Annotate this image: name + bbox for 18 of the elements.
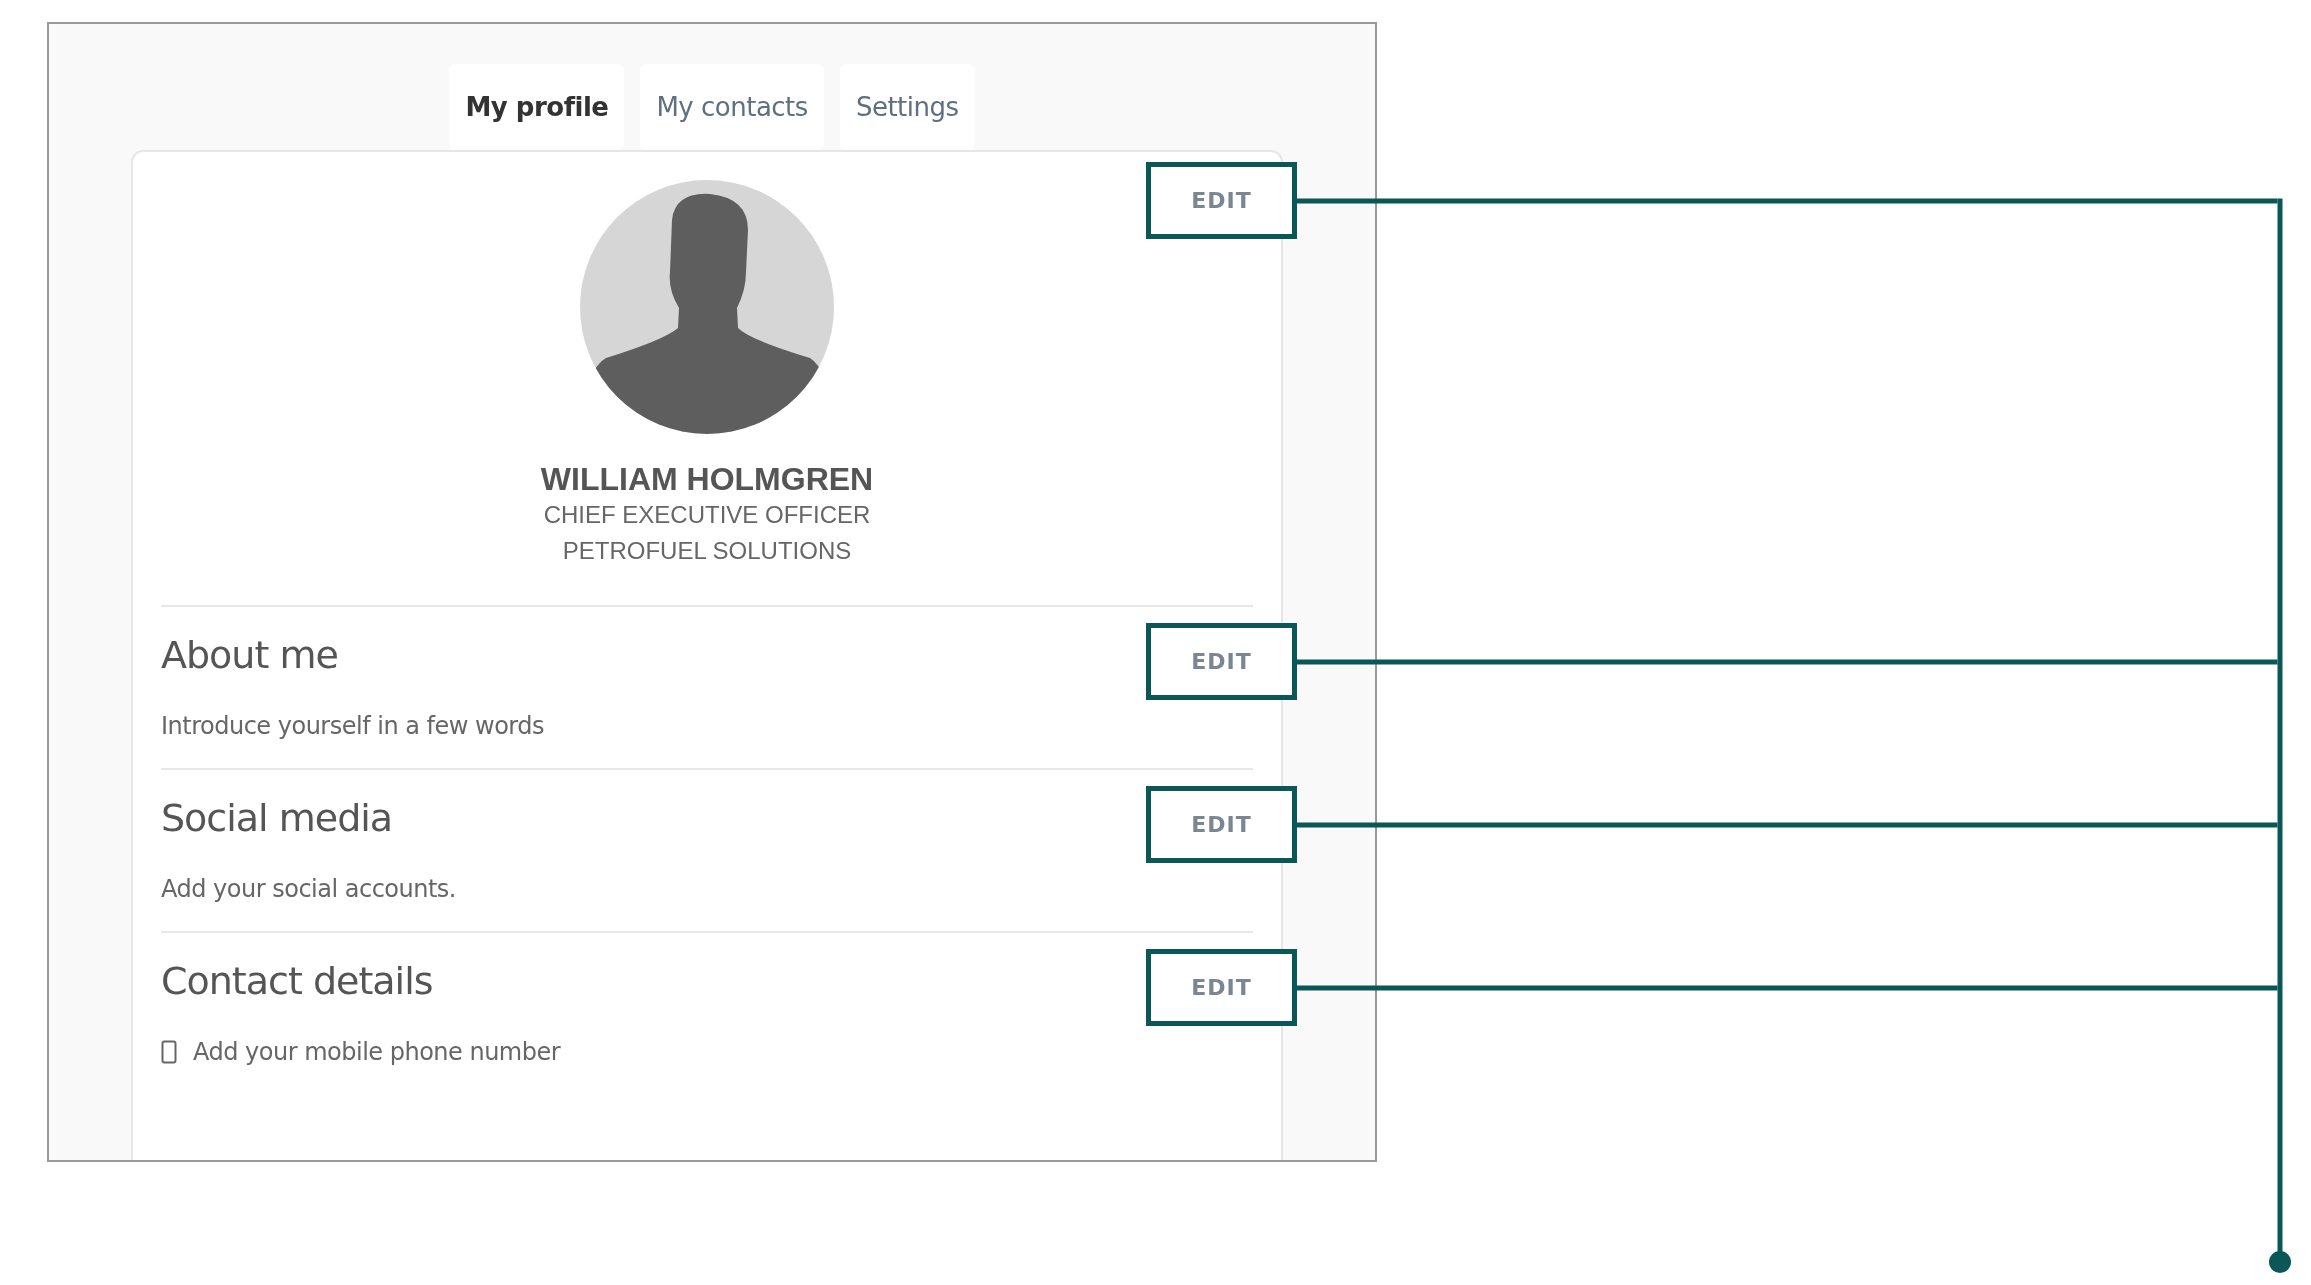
section-description: Introduce yourself in a few words: [161, 711, 545, 743]
tab[interactable]: My contacts: [640, 64, 824, 150]
phone-icon: [161, 1040, 177, 1065]
section-heading: About me: [161, 632, 338, 680]
edit-button[interactable]: EDIT: [1146, 786, 1297, 864]
section-description: Add your social accounts.: [161, 874, 456, 906]
job-title: CHIEF EXECUTIVE OFFICER: [543, 500, 871, 531]
edit-button[interactable]: EDIT: [1146, 623, 1297, 701]
tab[interactable]: Settings: [839, 64, 975, 150]
edit-button[interactable]: EDIT: [1146, 162, 1297, 239]
section-heading: Social media: [161, 795, 393, 843]
edit-button[interactable]: EDIT: [1146, 949, 1297, 1027]
person-name: WILLIAM HOLMGREN: [540, 462, 874, 498]
avatar-silhouette-icon: [580, 180, 834, 434]
company-name: PETROFUEL SOLUTIONS: [562, 536, 852, 567]
phone-prompt: Add your mobile phone number: [193, 1037, 561, 1069]
tab[interactable]: My profile: [449, 64, 625, 150]
section-heading: Contact details: [161, 958, 433, 1006]
